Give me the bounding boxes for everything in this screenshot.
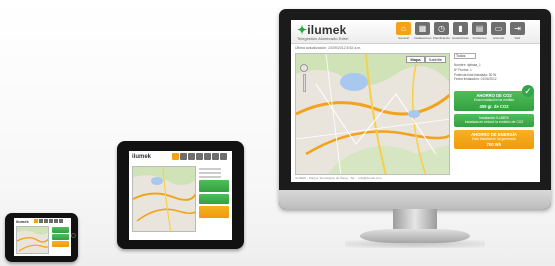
phone-home-button[interactable] bbox=[71, 233, 76, 238]
tablet-nav bbox=[172, 153, 228, 160]
folder-icon[interactable] bbox=[59, 219, 63, 223]
grid-icon[interactable] bbox=[54, 219, 58, 223]
tablet-info-panel bbox=[199, 166, 230, 236]
nav-item-instalaciones[interactable]: ▦ Instalaciones bbox=[414, 22, 432, 42]
tablet-screen: ilumek bbox=[129, 151, 232, 240]
phone-info-panel bbox=[52, 226, 70, 247]
exit-icon[interactable] bbox=[220, 153, 227, 160]
phone-co2-card bbox=[52, 227, 69, 233]
card-text: Esta instalación ha generado bbox=[472, 136, 516, 141]
tab-map[interactable]: Mapa bbox=[406, 56, 425, 63]
clock-icon[interactable] bbox=[44, 219, 48, 223]
bar-chart-icon[interactable] bbox=[196, 153, 203, 160]
nav-label: Salir bbox=[514, 36, 521, 40]
ilumek-installation-card: Instalación ILUMEK Instalada en reducir … bbox=[454, 113, 534, 127]
monitor-chin bbox=[279, 190, 551, 209]
installation-select[interactable]: Todos bbox=[454, 53, 476, 59]
nav-label: Historial bbox=[493, 36, 504, 40]
clock-icon[interactable] bbox=[188, 153, 195, 160]
nav-label: General bbox=[398, 36, 409, 40]
grid-icon[interactable] bbox=[204, 153, 211, 160]
card-value: 409 gr. de CO2 bbox=[479, 103, 509, 109]
tablet-energy-card bbox=[199, 206, 229, 218]
monitor-stand-base bbox=[360, 229, 470, 243]
nav-item-incidentes[interactable]: ▤ Incidentes bbox=[471, 22, 488, 42]
main-nav: ⌂ General ▦ Instalaciones ◷ Planificació… bbox=[395, 22, 528, 42]
phone-map-image bbox=[17, 227, 48, 253]
nav-label: Estadísticas bbox=[452, 36, 469, 40]
phone-screen: ilumek bbox=[14, 218, 71, 256]
building-icon[interactable] bbox=[180, 153, 187, 160]
phone-map-view[interactable] bbox=[16, 226, 49, 254]
info-panel: Todos Nombre: ajelsaa_1 Nº Puntos: 1 Pot… bbox=[454, 53, 536, 175]
app-tagline: Telegestión Alumbrado Exitel bbox=[297, 36, 349, 41]
info-line bbox=[199, 176, 221, 178]
phone-device: ilumek bbox=[5, 213, 78, 262]
nav-label: Planificación bbox=[433, 36, 450, 40]
map-view[interactable]: Mapa Satélite bbox=[295, 53, 450, 175]
pan-control-icon[interactable] bbox=[300, 64, 308, 72]
bar-chart-icon: ▮ bbox=[453, 22, 468, 35]
energy-savings-card: AHORRO DE ENERGÍA Esta instalación ha ge… bbox=[454, 129, 534, 150]
nav-item-planificacion[interactable]: ◷ Planificación bbox=[433, 22, 450, 42]
bar-chart-icon[interactable] bbox=[49, 219, 53, 223]
phone-ilumek-card bbox=[52, 234, 69, 240]
map-image bbox=[296, 54, 449, 174]
phone-energy-card bbox=[52, 241, 69, 247]
phone-nav bbox=[34, 219, 64, 223]
nav-label: Incidentes bbox=[472, 36, 487, 40]
zoom-slider[interactable] bbox=[302, 74, 306, 92]
grid-icon: ▤ bbox=[472, 22, 487, 35]
tab-satellite[interactable]: Satélite bbox=[424, 56, 446, 63]
app-header: ✦ilumek Telegestión Alumbrado Exitel ⌂ G… bbox=[291, 20, 540, 44]
tablet-map-image bbox=[133, 167, 195, 231]
map-zoom-control[interactable] bbox=[300, 64, 308, 94]
tablet-co2-card bbox=[199, 180, 229, 192]
card-value: Instalada en reducir la emisión de CO2 bbox=[464, 120, 524, 125]
desktop-screen: ✦ilumek Telegestión Alumbrado Exitel ⌂ G… bbox=[291, 20, 540, 182]
folder-icon[interactable] bbox=[212, 153, 219, 160]
desktop-monitor: ✦ilumek Telegestión Alumbrado Exitel ⌂ G… bbox=[279, 9, 551, 209]
app-footer: ILUMEK · Parque Tecnológico de Álava · T… bbox=[295, 176, 382, 180]
tablet-device: ilumek bbox=[117, 141, 244, 249]
home-icon[interactable] bbox=[34, 219, 38, 223]
nav-item-salir[interactable]: ⇥ Salir bbox=[509, 22, 526, 42]
tablet-map-view[interactable] bbox=[132, 166, 196, 232]
building-icon: ▦ bbox=[415, 22, 430, 35]
nav-label: Instalaciones bbox=[414, 36, 432, 40]
nav-item-general[interactable]: ⌂ General bbox=[395, 22, 412, 42]
last-update-text: Última actualización: 24/09/2012 8:52 a.… bbox=[295, 46, 362, 50]
home-icon[interactable] bbox=[172, 153, 179, 160]
folder-icon: ▭ bbox=[491, 22, 506, 35]
nav-item-estadisticas[interactable]: ▮ Estadísticas bbox=[452, 22, 469, 42]
info-line bbox=[199, 172, 221, 174]
card-value: 700 Wh bbox=[486, 142, 502, 148]
card-text: Esta instalación ha emitido bbox=[473, 98, 515, 103]
home-icon: ⌂ bbox=[396, 22, 411, 35]
phone-app-logo[interactable]: ilumek bbox=[16, 219, 29, 224]
info-line bbox=[199, 168, 221, 170]
building-icon[interactable] bbox=[39, 219, 43, 223]
clock-icon: ◷ bbox=[434, 22, 449, 35]
map-type-tabs: Mapa Satélite bbox=[406, 56, 446, 63]
app-logo[interactable]: ✦ilumek bbox=[297, 23, 346, 37]
nav-item-historial[interactable]: ▭ Historial bbox=[490, 22, 507, 42]
exit-icon: ⇥ bbox=[510, 22, 525, 35]
tablet-ilumek-card bbox=[199, 194, 229, 204]
monitor-stand-neck bbox=[393, 209, 437, 231]
tablet-app-logo[interactable]: ilumek bbox=[132, 154, 151, 160]
check-icon: ✓ bbox=[522, 85, 534, 97]
